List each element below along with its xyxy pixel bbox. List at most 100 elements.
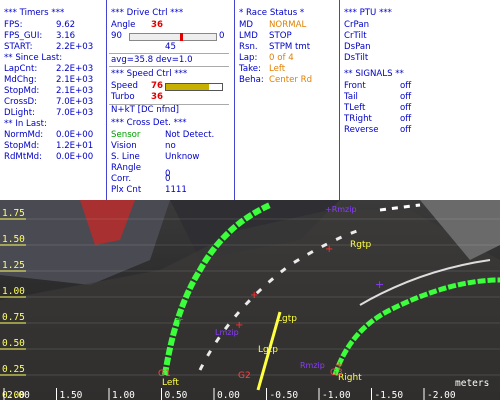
x-tick-label: 0.50 xyxy=(165,390,188,400)
x-tick-label: 1.00 xyxy=(112,390,135,400)
y-tick-label: 0.75 xyxy=(2,312,25,323)
left-label: Left xyxy=(162,378,179,388)
timer-value: 2.2E+03 xyxy=(56,42,94,52)
red-cross: + xyxy=(250,290,258,301)
turbo-label: Turbo xyxy=(111,92,135,102)
race-label: Take: xyxy=(239,64,261,74)
race-value: 0 of 4 xyxy=(269,53,294,63)
in-last-header: ** In Last: xyxy=(4,119,47,129)
since-label: MdChg: xyxy=(4,75,37,85)
ptu-item: CrPan xyxy=(344,20,370,30)
red-cross: + xyxy=(235,320,243,331)
in-last-label: NormMd: xyxy=(4,130,44,140)
cross-header: *** Cross Det. *** xyxy=(111,118,187,128)
angle-label: Angle xyxy=(111,20,136,30)
cross-value: 0 xyxy=(165,174,171,184)
y-tick-label: 1.75 xyxy=(2,208,25,219)
since-value: 7.0E+03 xyxy=(56,97,94,107)
race-label: Beha: xyxy=(239,75,264,85)
turbo-value: 36 xyxy=(151,92,163,102)
in-last-label: RdMtMd: xyxy=(4,152,42,162)
lgtp-label-b: Lgtp xyxy=(258,345,278,355)
signal-label: Tail xyxy=(344,92,358,102)
race-value: STOP xyxy=(269,31,292,41)
signal-value: off xyxy=(400,114,412,124)
y-tick-label: 1.50 xyxy=(2,234,25,245)
y-tick-label: 1.00 xyxy=(2,286,25,297)
y-tick-label: 0.50 xyxy=(2,338,25,349)
angle-range-max: 0 xyxy=(219,31,225,41)
nkt-text: N+kT [DC nfnd] xyxy=(111,105,180,115)
signal-value: off xyxy=(400,81,412,91)
drive-header: *** Drive Ctrl *** xyxy=(111,8,184,18)
timers-panel: *** Timers *** FPS: 9.62 FPS_GUI: 3.16 START… xyxy=(0,0,106,200)
signal-label: TRight xyxy=(344,114,372,124)
since-header: ** Since Last: xyxy=(4,53,63,63)
since-label: LapCnt: xyxy=(4,64,38,74)
race-header: * Race Status * xyxy=(239,8,305,18)
cross-label: Vision xyxy=(111,141,137,151)
race-label: Rsn. xyxy=(239,42,258,52)
telemetry-panel: *** Timers *** FPS: 9.62 FPS_GUI: 3.16 START… xyxy=(0,0,500,200)
g2-label: G2 xyxy=(238,371,251,381)
timer-value: 9.62 xyxy=(56,20,76,30)
speed-value: 76 xyxy=(151,81,163,91)
cross-label: Plx Cnt xyxy=(111,185,142,195)
timer-label: FPS: xyxy=(4,20,23,30)
angle-slider[interactable] xyxy=(129,33,217,41)
timer-value: 3.16 xyxy=(56,31,76,41)
x-tick-label: 2.00 xyxy=(7,390,30,400)
camera-overlay: +Rmzip Lmzip Rmzip + + + + + + Rgtp Lgtp… xyxy=(0,200,500,400)
race-label: Lap: xyxy=(239,53,258,63)
angle-slider-thumb[interactable] xyxy=(179,33,183,41)
y-tick-label: 0.25 xyxy=(2,364,25,375)
race-value: Left xyxy=(269,64,286,74)
speed-label: Speed xyxy=(111,81,138,91)
g3-label: G3 xyxy=(330,368,343,378)
x-tick-label: 0.00 xyxy=(217,390,240,400)
ptu-item: CrTilt xyxy=(344,31,367,41)
ptu-item: DsPan xyxy=(344,42,371,52)
race-panel: * Race Status * MD NORMAL LMD STOP Rsn. STPM … xyxy=(235,0,339,200)
in-last-label: StopMd: xyxy=(4,141,40,151)
red-cross: + xyxy=(325,244,333,255)
in-last-value: 0.0E+00 xyxy=(56,130,94,140)
signal-value: off xyxy=(400,92,412,102)
purple-cross: + xyxy=(175,313,184,326)
cross-value: Not Detect. xyxy=(165,130,215,140)
since-value: 7.0E+03 xyxy=(56,108,94,118)
x-tick-label: 1.50 xyxy=(60,390,83,400)
speed-bar-fill xyxy=(166,84,209,90)
since-label: DLight: xyxy=(4,108,35,118)
signals-header: ** SIGNALS ** xyxy=(344,69,404,79)
cross-label: Corr. xyxy=(111,174,132,184)
x-tick-label: -1.50 xyxy=(375,390,404,400)
g1-label: G1 xyxy=(158,369,171,379)
marker-label-rmzip-top: +Rmzip xyxy=(325,205,357,214)
cross-label: S. Line xyxy=(111,152,140,162)
y-tick-label: 1.25 xyxy=(2,260,25,271)
x-tick-label: -2.00 xyxy=(427,390,456,400)
x-tick-label: -0.50 xyxy=(270,390,299,400)
cross-label: RAngle xyxy=(111,163,142,173)
timer-label: START: xyxy=(4,42,33,52)
timers-header: *** Timers *** xyxy=(4,8,65,18)
signal-label: TLeft xyxy=(344,103,366,113)
divider xyxy=(109,66,229,67)
signal-label: Front xyxy=(344,81,366,91)
since-value: 2.2E+03 xyxy=(56,64,94,74)
speed-header: *** Speed Ctrl *** xyxy=(111,69,188,79)
race-label: MD xyxy=(239,20,254,30)
signal-value: off xyxy=(400,103,412,113)
angle-stats: avg=35.8 dev=1.0 xyxy=(111,55,193,65)
angle-range-mid: 45 xyxy=(165,42,176,52)
cross-value: Unknow xyxy=(165,152,200,162)
ptu-header: *** PTU *** xyxy=(344,8,392,18)
angle-value: 36 xyxy=(151,20,163,30)
cross-value: 1111 xyxy=(165,185,187,195)
signal-value: off xyxy=(400,125,412,135)
x-axis-unit: meters xyxy=(455,378,489,389)
ptu-panel: *** PTU *** CrPan CrTilt DsPan DsTilt ** SI… xyxy=(340,0,500,200)
race-value: STPM tmt xyxy=(269,42,311,52)
angle-range-min: 90 xyxy=(111,31,122,41)
